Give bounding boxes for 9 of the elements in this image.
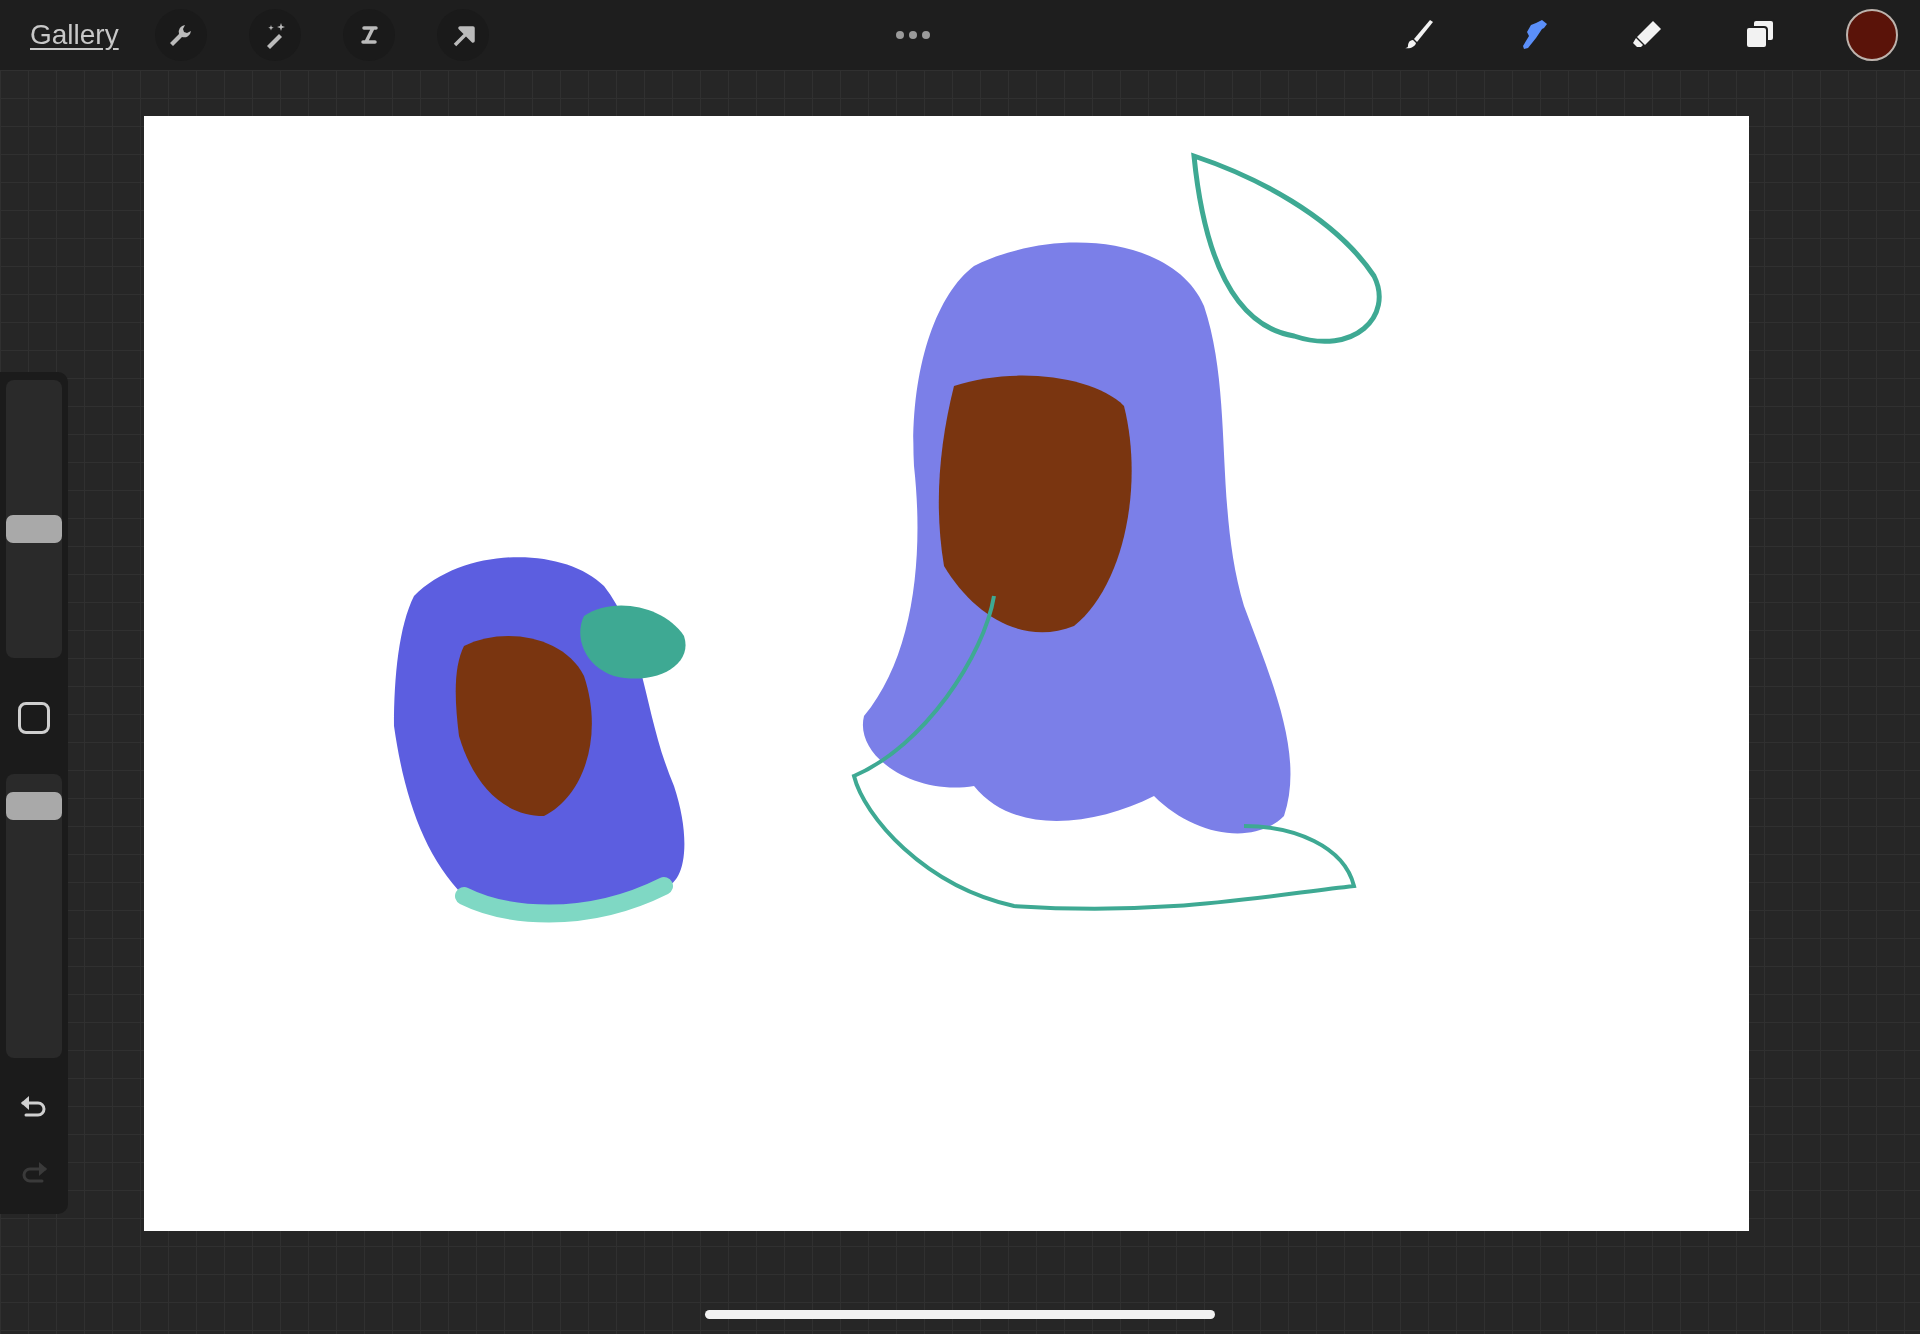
size-slider[interactable] <box>6 380 62 658</box>
gallery-link[interactable]: Gallery <box>30 19 119 51</box>
more-dots-icon[interactable] <box>895 30 932 40</box>
color-swatch[interactable] <box>1846 9 1898 61</box>
drawing-canvas[interactable] <box>144 116 1749 1231</box>
size-slider-thumb[interactable] <box>6 515 62 543</box>
opacity-slider[interactable] <box>6 774 62 1058</box>
modify-button[interactable] <box>18 702 50 734</box>
opacity-slider-thumb[interactable] <box>6 791 62 820</box>
